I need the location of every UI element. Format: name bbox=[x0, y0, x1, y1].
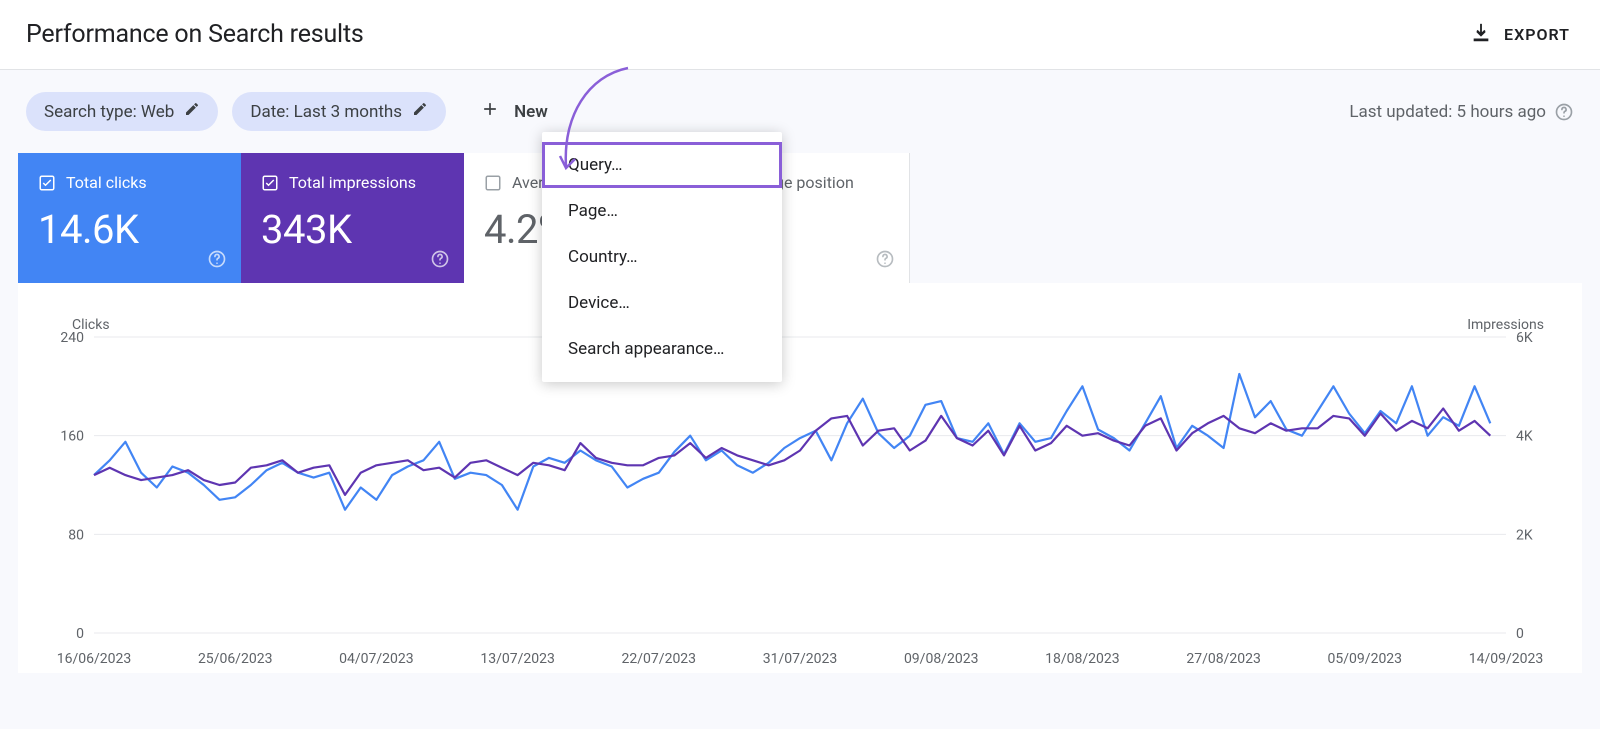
dropdown-item-page[interactable]: Page… bbox=[542, 188, 782, 234]
metric-cards: Total clicks 14.6K Total impressions 343… bbox=[18, 153, 1582, 283]
card-total-clicks[interactable]: Total clicks 14.6K bbox=[18, 153, 241, 283]
filter-chip-date[interactable]: Date: Last 3 months bbox=[232, 92, 446, 131]
new-label: New bbox=[514, 102, 548, 122]
svg-text:18/08/2023: 18/08/2023 bbox=[1045, 651, 1120, 667]
new-filter-dropdown: Query… Page… Country… Device… Search app… bbox=[542, 132, 782, 382]
svg-text:31/07/2023: 31/07/2023 bbox=[763, 651, 838, 667]
svg-text:0: 0 bbox=[1516, 626, 1524, 642]
help-icon[interactable] bbox=[430, 249, 450, 269]
last-updated: Last updated: 5 hours ago bbox=[1349, 102, 1574, 122]
export-button[interactable]: EXPORT bbox=[1470, 22, 1570, 48]
page-title: Performance on Search results bbox=[26, 20, 364, 49]
svg-text:Impressions: Impressions bbox=[1467, 317, 1544, 333]
chip-label: Search type: Web bbox=[44, 102, 174, 122]
card-label: Total impressions bbox=[289, 173, 416, 192]
pencil-icon bbox=[184, 101, 200, 122]
dropdown-item-device[interactable]: Device… bbox=[542, 280, 782, 326]
line-chart: 08016024002K4K6KClicksImpressions16/06/2… bbox=[38, 313, 1562, 673]
last-updated-text: Last updated: 5 hours ago bbox=[1349, 102, 1546, 122]
svg-text:16/06/2023: 16/06/2023 bbox=[57, 651, 132, 667]
dropdown-item-search-appearance[interactable]: Search appearance… bbox=[542, 326, 782, 372]
card-value: 14.6K bbox=[38, 206, 221, 253]
help-icon[interactable] bbox=[1554, 102, 1574, 122]
svg-text:4K: 4K bbox=[1516, 429, 1533, 445]
chip-label: Date: Last 3 months bbox=[250, 102, 402, 122]
checkbox-icon bbox=[38, 174, 56, 192]
filters-row: Search type: Web Date: Last 3 months New… bbox=[0, 70, 1600, 153]
card-value: 343K bbox=[261, 206, 444, 253]
new-filter-button[interactable]: New bbox=[460, 99, 548, 124]
svg-text:04/07/2023: 04/07/2023 bbox=[339, 651, 414, 667]
dropdown-item-country[interactable]: Country… bbox=[542, 234, 782, 280]
svg-text:13/07/2023: 13/07/2023 bbox=[480, 651, 555, 667]
header: Performance on Search results EXPORT bbox=[0, 0, 1600, 69]
card-total-impressions[interactable]: Total impressions 343K bbox=[241, 153, 464, 283]
svg-text:2K: 2K bbox=[1516, 527, 1533, 543]
svg-text:27/08/2023: 27/08/2023 bbox=[1186, 651, 1261, 667]
svg-text:80: 80 bbox=[68, 527, 84, 543]
dropdown-item-query[interactable]: Query… bbox=[542, 142, 782, 188]
svg-text:22/07/2023: 22/07/2023 bbox=[622, 651, 697, 667]
card-label: Total clicks bbox=[66, 173, 147, 192]
svg-text:14/09/2023: 14/09/2023 bbox=[1469, 651, 1544, 667]
svg-text:160: 160 bbox=[60, 429, 84, 445]
help-icon[interactable] bbox=[207, 249, 227, 269]
help-icon[interactable] bbox=[875, 249, 895, 269]
filter-chip-search-type[interactable]: Search type: Web bbox=[26, 92, 218, 131]
svg-text:25/06/2023: 25/06/2023 bbox=[198, 651, 273, 667]
checkbox-icon bbox=[484, 174, 502, 192]
svg-text:09/08/2023: 09/08/2023 bbox=[904, 651, 979, 667]
svg-text:Clicks: Clicks bbox=[72, 317, 110, 333]
pencil-icon bbox=[412, 101, 428, 122]
chart-area: 08016024002K4K6KClicksImpressions16/06/2… bbox=[18, 283, 1582, 673]
plus-icon bbox=[480, 99, 500, 124]
svg-text:05/09/2023: 05/09/2023 bbox=[1328, 651, 1403, 667]
download-icon bbox=[1470, 22, 1492, 48]
export-label: EXPORT bbox=[1504, 25, 1570, 44]
svg-text:0: 0 bbox=[76, 626, 84, 642]
checkbox-icon bbox=[261, 174, 279, 192]
